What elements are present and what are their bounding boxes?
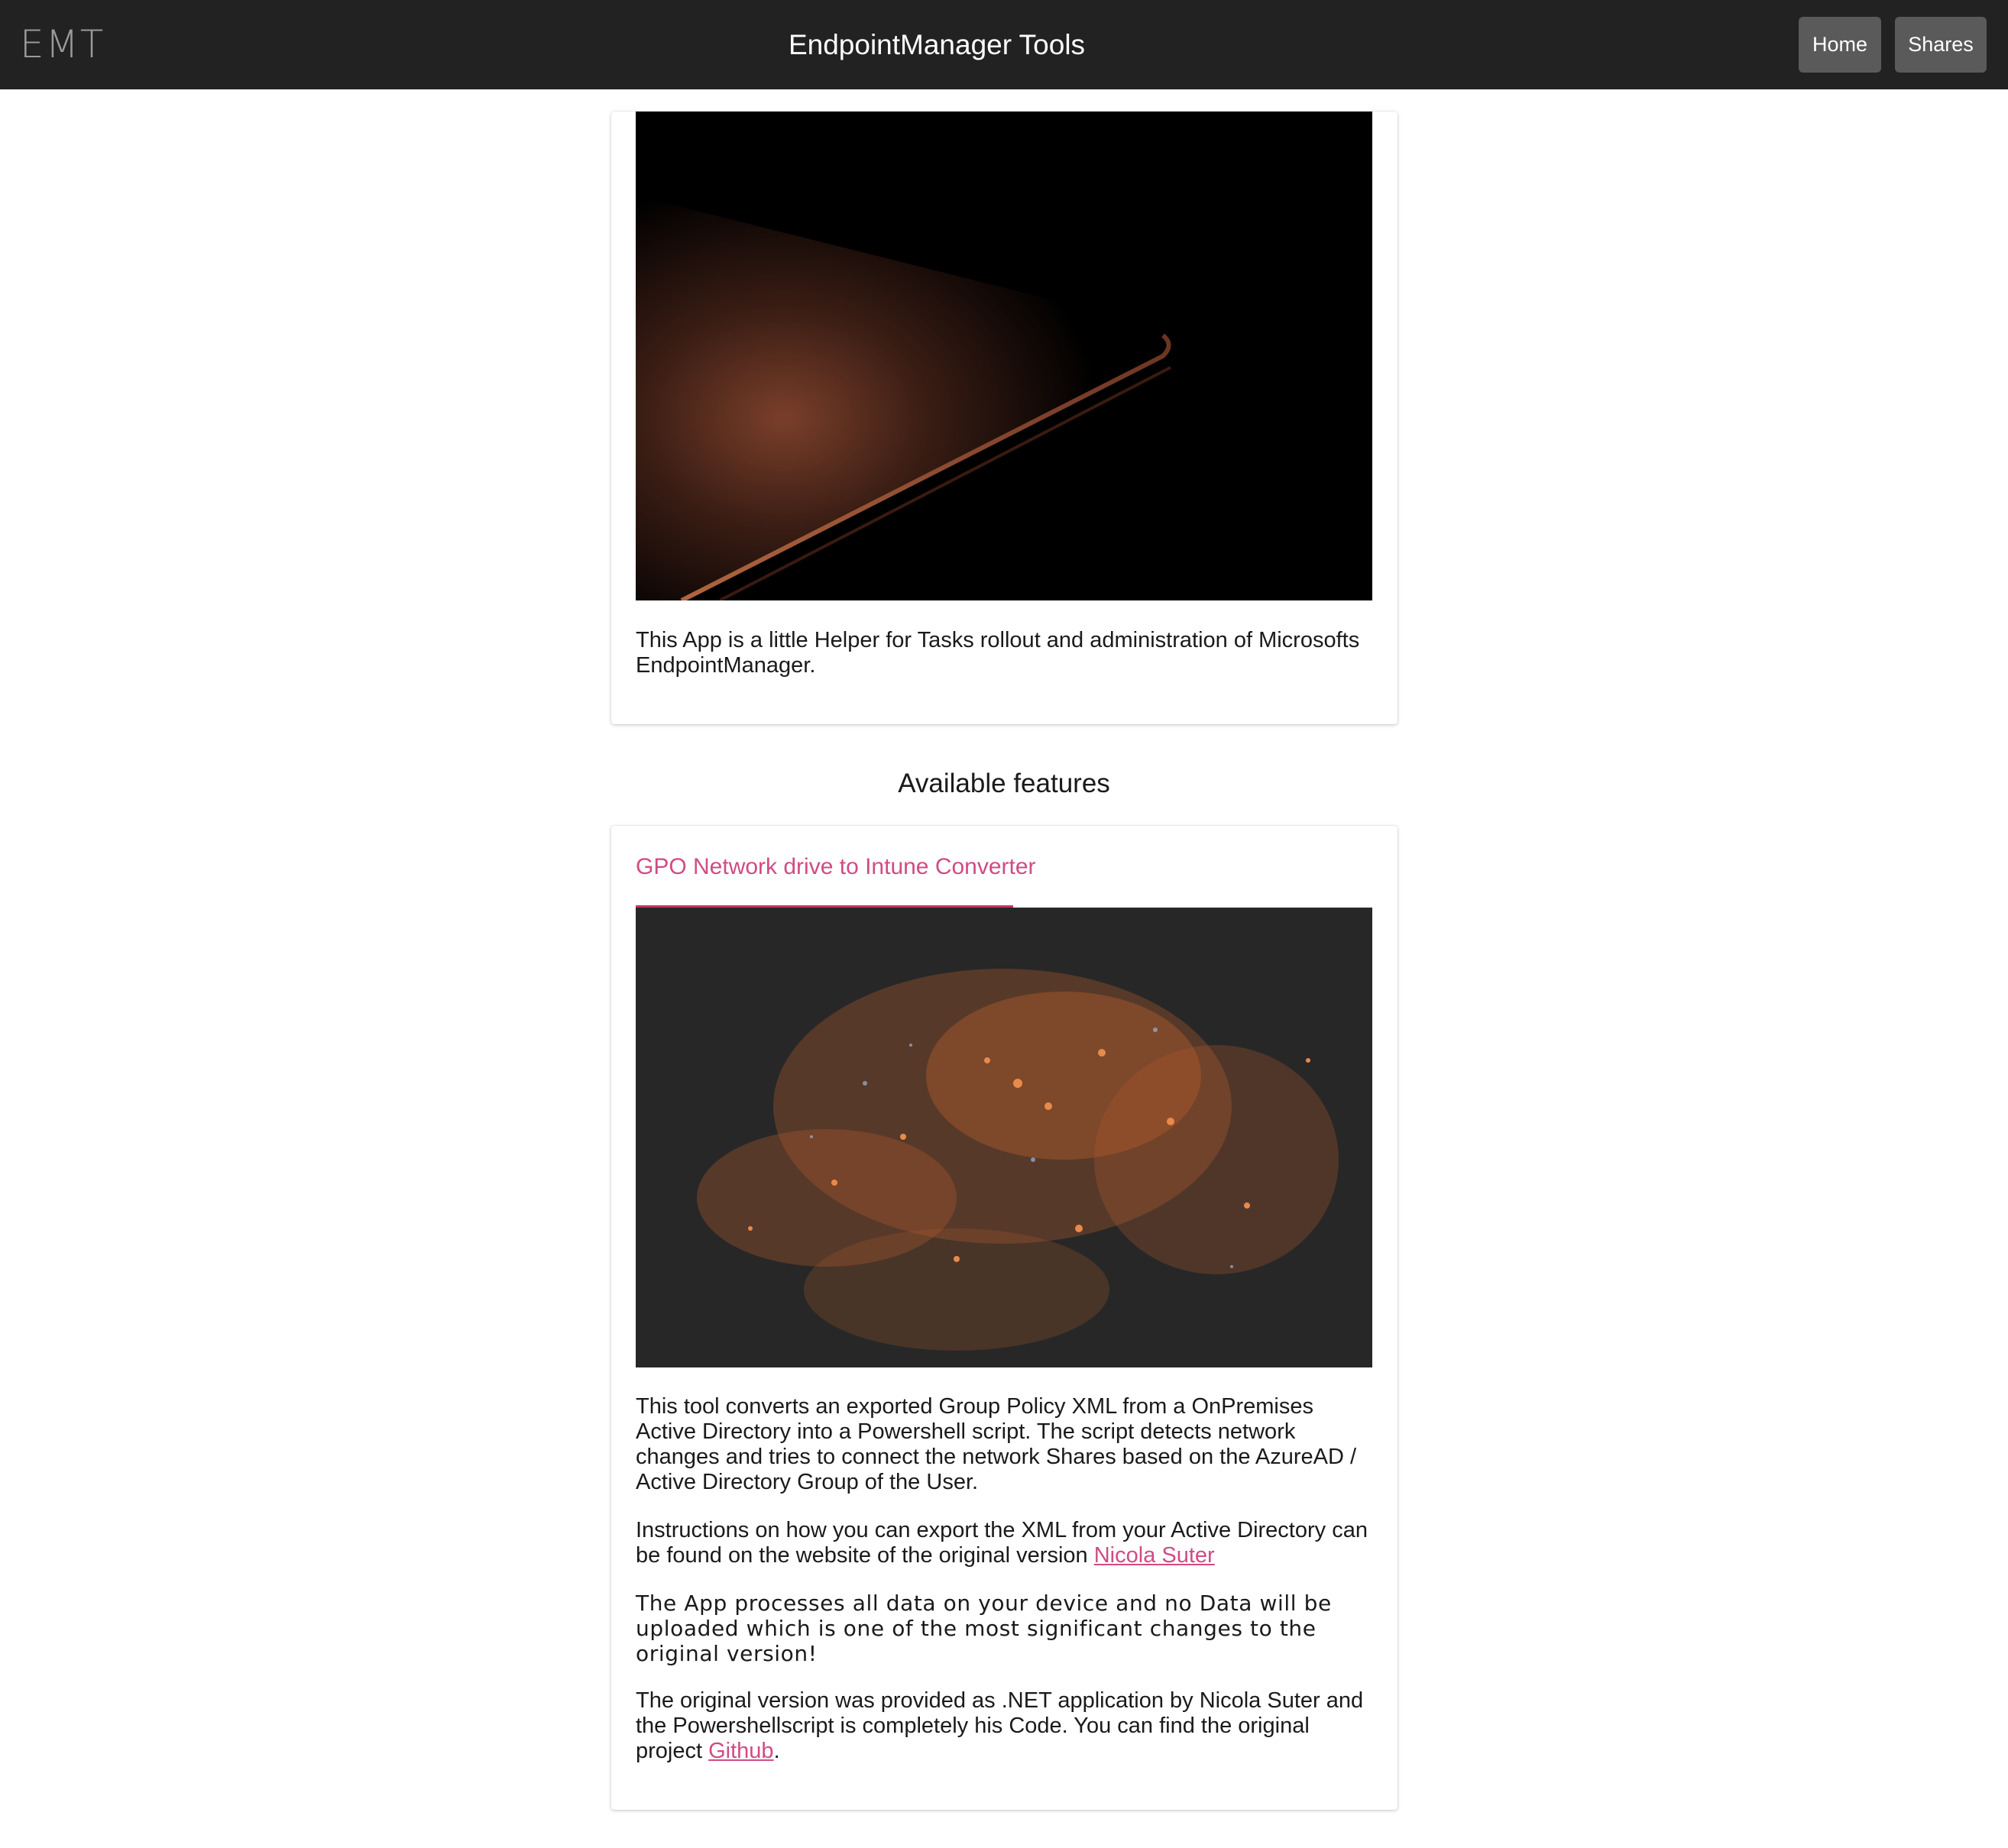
feature-description: This tool converts an exported Group Pol… [636, 1394, 1357, 1494]
intro-card: This App is a little Helper for Tasks ro… [611, 112, 1398, 724]
nav-shares-button[interactable]: Shares [1895, 17, 1987, 73]
intro-text: This App is a little Helper for Tasks ro… [636, 628, 1360, 678]
app-title: EndpointManager Tools [788, 29, 1086, 60]
privacy-note: The App processes all data on your devic… [636, 1591, 1332, 1666]
credits-text: The original version was provided as .NE… [636, 1688, 1372, 1764]
credits-end: . [773, 1739, 780, 1763]
city-lights-image [636, 908, 1372, 1367]
nav-home-button[interactable]: Home [1799, 17, 1881, 73]
top-navbar: EMT EndpointManager Tools Home Shares [0, 0, 2008, 89]
nicola-suter-link[interactable]: Nicola Suter [1094, 1543, 1215, 1568]
instructions-text: Instructions on how you can export the X… [636, 1518, 1368, 1568]
feature-card-gpo-converter: GPO Network drive to Intune Converter Th… [611, 826, 1398, 1810]
github-link[interactable]: Github [708, 1739, 773, 1763]
feature-tab-gpo-converter[interactable]: GPO Network drive to Intune Converter [636, 852, 1036, 882]
feature-instructions: Instructions on how you can export the X… [636, 1518, 1372, 1568]
laptop-hero-image [636, 112, 1372, 600]
features-heading: Available features [898, 769, 1110, 798]
